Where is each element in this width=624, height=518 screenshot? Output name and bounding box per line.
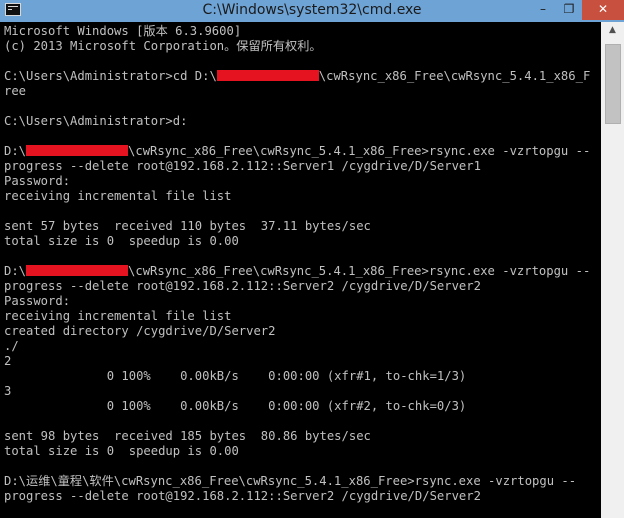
console-lines: Microsoft Windows [版本 6.3.9600] (c) 2013… xyxy=(4,24,590,504)
console-line: progress --delete root@192.168.2.112::Se… xyxy=(4,159,481,173)
console-line: D:\ \cwRsync_x86_Free\cwRsync_5.4.1_x86_F… xyxy=(4,144,590,159)
console-line: 2 xyxy=(4,354,12,368)
console-line: C:\Users\Administrator>d: xyxy=(4,114,188,128)
console-line: 3 xyxy=(4,384,12,398)
title-bar[interactable]: C:\Windows\system32\cmd.exe – ❐ ✕ xyxy=(0,0,624,22)
redacted-path xyxy=(26,145,129,156)
command-prefix: D:\ xyxy=(4,264,27,278)
command-prefix: D:\ xyxy=(4,144,27,158)
scroll-up-arrow-icon[interactable]: ▲ xyxy=(601,22,624,39)
minimize-button[interactable]: – xyxy=(530,0,556,20)
console-line: created directory /cygdrive/D/Server2 xyxy=(4,324,276,338)
console-line: receiving incremental file list xyxy=(4,309,232,323)
console-line: Microsoft Windows [版本 6.3.9600] xyxy=(4,24,242,38)
console-line: sent 57 bytes received 110 bytes 37.11 b… xyxy=(4,219,371,233)
console-line: 0 100% 0.00kB/s 0:00:00 (xfr#1, to-chk=1… xyxy=(4,369,467,383)
console-line: C:\Users\Administrator>cd D:\ \cwRsync_x8… xyxy=(4,69,590,84)
console-line: Password: xyxy=(4,174,71,188)
redacted-path xyxy=(26,265,129,276)
console-line: total size is 0 speedup is 0.00 xyxy=(4,234,239,248)
maximize-button[interactable]: ❐ xyxy=(556,0,582,20)
console-line: sent 98 bytes received 185 bytes 80.86 b… xyxy=(4,429,371,443)
console-line: D:\ \cwRsync_x86_Free\cwRsync_5.4.1_x86_F… xyxy=(4,264,590,279)
console-line: (c) 2013 Microsoft Corporation。保留所有权利。 xyxy=(4,39,322,53)
command-suffix: \cwRsync_x86_Free\cwRsync_5.4.1_x86_Free… xyxy=(128,264,591,278)
console-output[interactable]: Microsoft Windows [版本 6.3.9600] (c) 2013… xyxy=(0,22,601,518)
console-line: ree xyxy=(4,84,27,98)
command-suffix: \cwRsync_x86_Free\cwRsync_5.4.1_x86_F xyxy=(318,69,591,83)
console-line: progress --delete root@192.168.2.112::Se… xyxy=(4,489,481,503)
redacted-path xyxy=(216,70,319,81)
command-suffix: \cwRsync_x86_Free\cwRsync_5.4.1_x86_Free… xyxy=(128,144,591,158)
console-line: total size is 0 speedup is 0.00 xyxy=(4,444,239,458)
console-line: receiving incremental file list xyxy=(4,189,232,203)
close-button[interactable]: ✕ xyxy=(582,0,624,20)
scrollbar-thumb[interactable] xyxy=(605,44,621,124)
console-line: 0 100% 0.00kB/s 0:00:00 (xfr#2, to-chk=0… xyxy=(4,399,467,413)
cmd-window: C:\Windows\system32\cmd.exe – ❐ ✕ Micros… xyxy=(0,0,624,518)
vertical-scrollbar[interactable]: ▲ xyxy=(601,22,624,518)
console-line: ./ xyxy=(4,339,19,353)
console-line: progress --delete root@192.168.2.112::Se… xyxy=(4,279,481,293)
console-line: Password: xyxy=(4,294,71,308)
console-line: D:\运维\童程\软件\cwRsync_x86_Free\cwRsync_5.4… xyxy=(4,474,577,488)
command-prefix: C:\Users\Administrator>cd D:\ xyxy=(4,69,217,83)
